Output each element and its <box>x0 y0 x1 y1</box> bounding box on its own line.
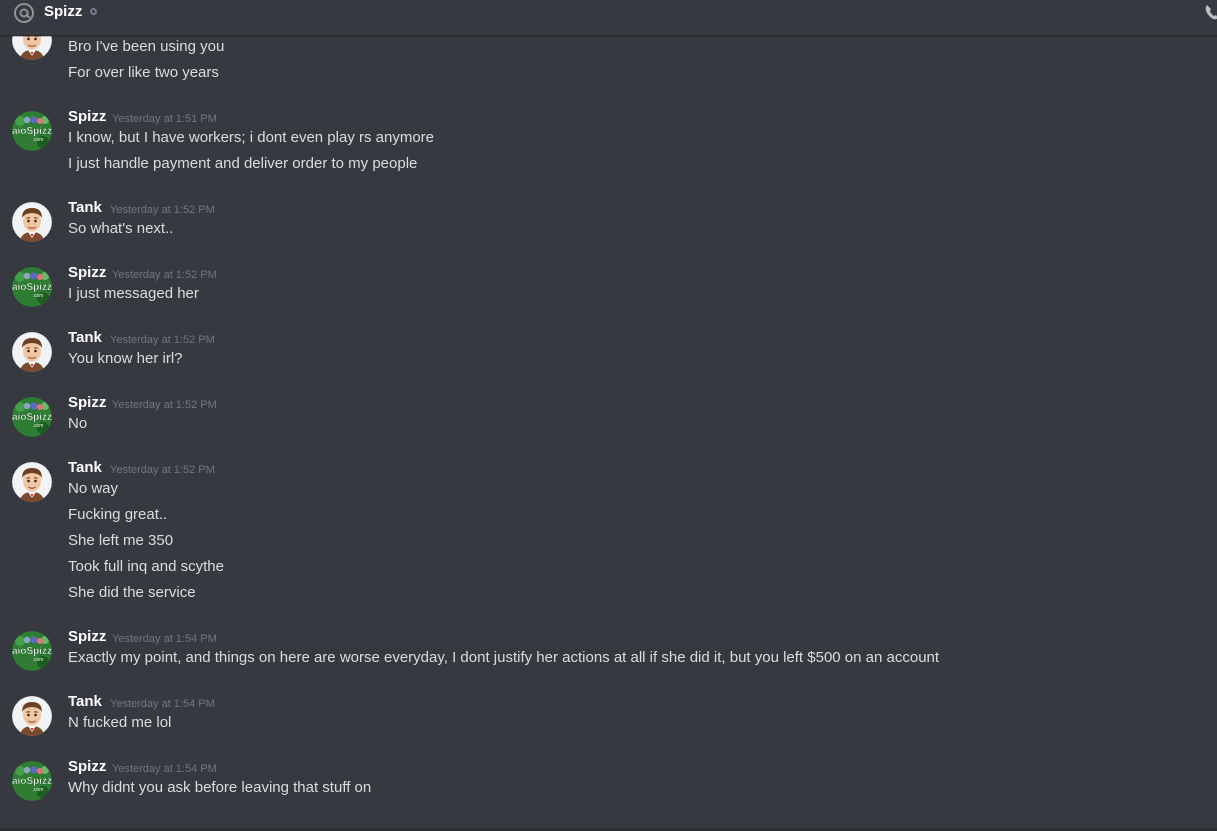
timestamp: Yesterday at 1:52 PM <box>110 464 215 476</box>
avatar-spizz[interactable]: aioSpizz .com <box>12 761 52 801</box>
message-text: No way <box>68 480 119 497</box>
avatar-tank[interactable] <box>12 696 52 736</box>
chat-messages: Tank Yesterday at 1:51 PM Bro I've been us… <box>0 0 1217 831</box>
message-text: For over like two years <box>68 64 219 81</box>
spizz-logo-text: aioSpizz <box>12 282 52 293</box>
username[interactable]: Tank <box>68 199 102 217</box>
message-text: So what's next.. <box>68 220 174 237</box>
timestamp: Yesterday at 1:52 PM <box>110 334 215 346</box>
spizz-logo-text: aioSpizz <box>12 646 52 657</box>
message-text: Took full inq and scythe <box>68 558 224 575</box>
timestamp: Yesterday at 1:52 PM <box>110 204 215 216</box>
timestamp: Yesterday at 1:52 PM <box>112 269 217 281</box>
username[interactable]: Spizz <box>68 108 106 126</box>
avatar-spizz[interactable]: aioSpizz .com <box>12 111 52 151</box>
message-text: I know, but I have workers; i dont even … <box>68 129 435 146</box>
username[interactable]: Tank <box>68 329 102 347</box>
username[interactable]: Spizz <box>68 264 106 282</box>
spizz-logo-subtext: .com <box>33 293 44 299</box>
message-text: Why didnt you ask before leaving that st… <box>68 779 372 796</box>
timestamp: Yesterday at 1:54 PM <box>112 763 217 775</box>
spizz-logo-subtext: .com <box>33 137 44 143</box>
avatar-spizz[interactable]: aioSpizz .com <box>12 631 52 671</box>
channel-header: Spizz <box>0 0 1217 36</box>
message-text: Fucking great.. <box>68 506 168 523</box>
spizz-logo-subtext: .com <box>33 657 44 663</box>
timestamp: Yesterday at 1:52 PM <box>112 399 217 411</box>
phone-icon[interactable] <box>1203 2 1217 22</box>
avatar-spizz[interactable]: aioSpizz .com <box>12 397 52 437</box>
message-text: I just messaged her <box>68 285 199 302</box>
avatar-tank[interactable] <box>12 332 52 372</box>
message-text: Bro I've been using you <box>68 38 225 55</box>
spizz-logo-text: aioSpizz <box>12 776 52 787</box>
spizz-logo-text: aioSpizz <box>12 412 52 423</box>
message-text: I just handle payment and deliver order … <box>68 155 418 172</box>
username[interactable]: Tank <box>68 693 102 711</box>
avatar-tank[interactable] <box>12 462 52 502</box>
message-text: Exactly my point, and things on here are… <box>68 649 940 666</box>
avatar-tank[interactable] <box>12 202 52 242</box>
channel-title: Spizz <box>44 3 83 20</box>
timestamp: Yesterday at 1:54 PM <box>110 698 215 710</box>
spizz-logo-subtext: .com <box>33 423 44 429</box>
timestamp: Yesterday at 1:51 PM <box>112 113 217 125</box>
timestamp: Yesterday at 1:54 PM <box>112 633 217 645</box>
message-text: N fucked me lol <box>68 714 172 731</box>
spizz-logo-subtext: .com <box>33 787 44 793</box>
username[interactable]: Tank <box>68 459 102 477</box>
spizz-logo-text: aioSpizz <box>12 126 52 137</box>
message-text: She did the service <box>68 584 196 601</box>
username[interactable]: Spizz <box>68 628 106 646</box>
username[interactable]: Spizz <box>68 394 106 412</box>
status-offline-icon <box>90 8 97 15</box>
username[interactable]: Spizz <box>68 758 106 776</box>
avatar-spizz[interactable]: aioSpizz .com <box>12 267 52 307</box>
message-text: You know her irl? <box>68 350 183 367</box>
at-icon <box>13 2 35 24</box>
message-text: No <box>68 415 88 432</box>
message-text: She left me 350 <box>68 532 174 549</box>
